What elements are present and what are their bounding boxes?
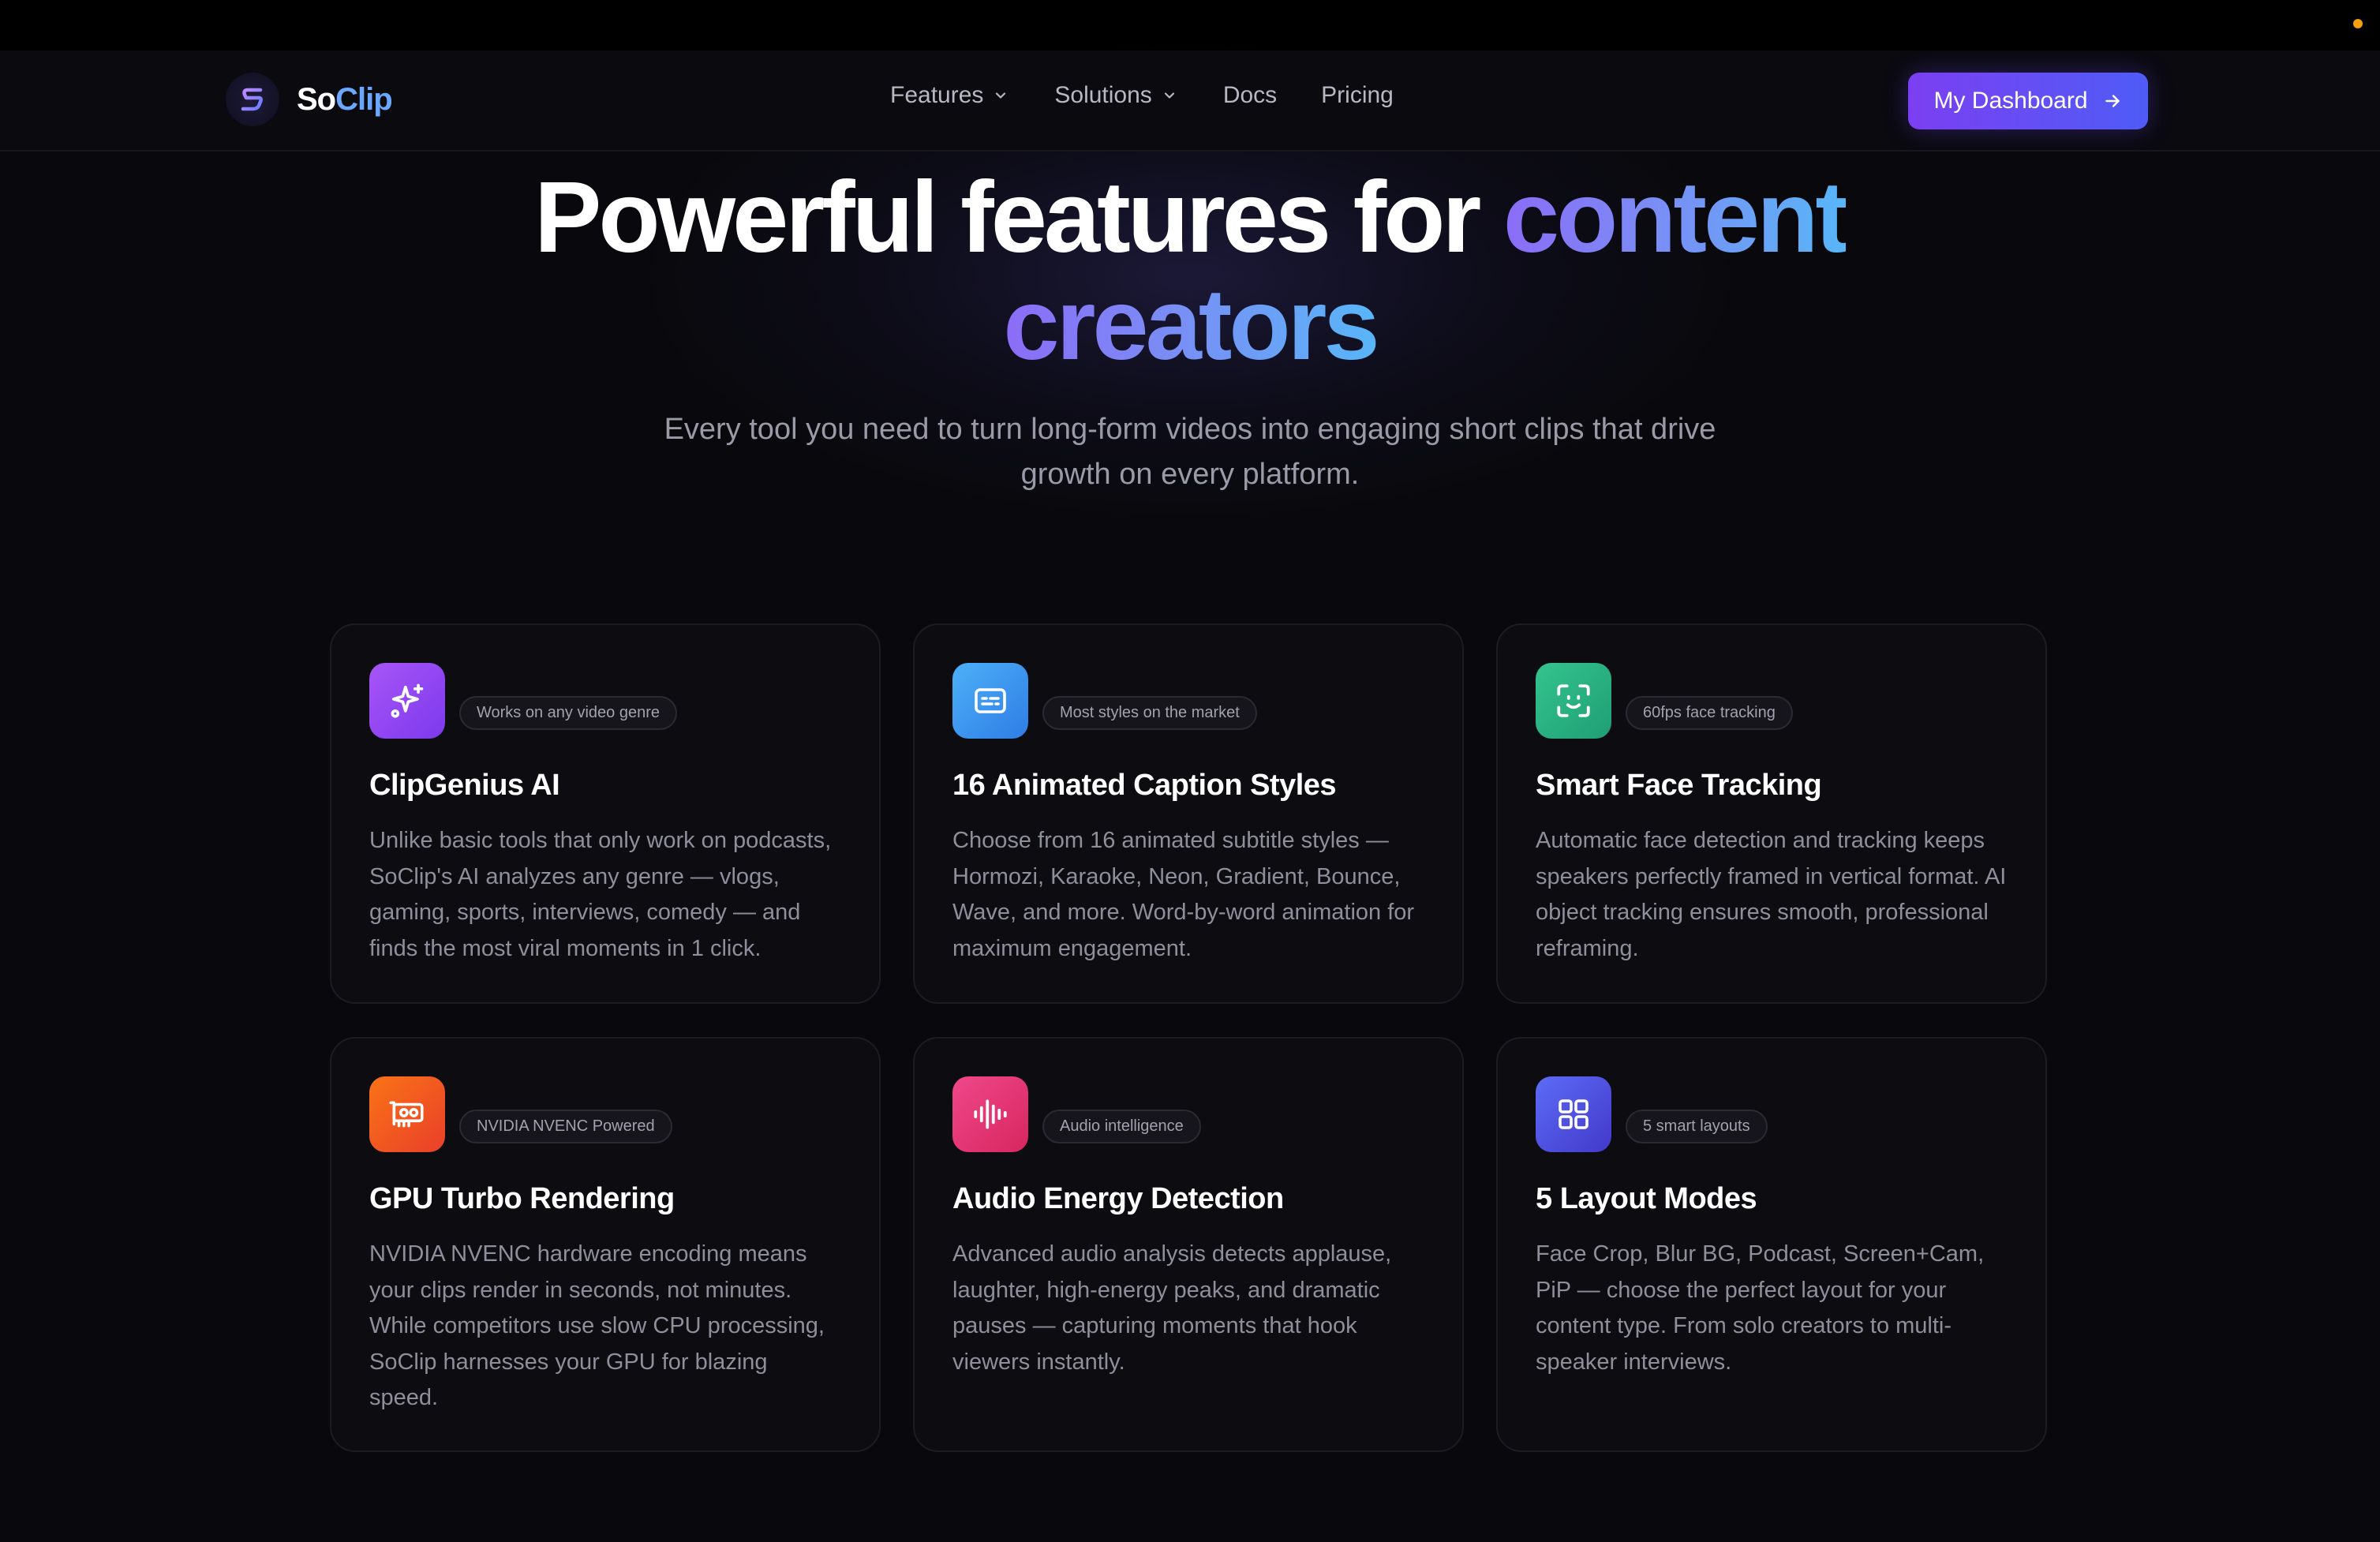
layout-grid-icon xyxy=(1536,1076,1611,1152)
feature-card-gpu: NVIDIA NVENC Powered GPU Turbo Rendering… xyxy=(330,1037,881,1452)
feature-badge: NVIDIA NVENC Powered xyxy=(459,1109,672,1143)
feature-badge: Audio intelligence xyxy=(1042,1109,1201,1143)
nav-item-docs[interactable]: Docs xyxy=(1223,82,1277,109)
feature-title: Audio Energy Detection xyxy=(952,1182,1284,1215)
feature-title: Smart Face Tracking xyxy=(1536,769,1822,802)
sparkles-icon xyxy=(369,663,445,739)
feature-card-audio: Audio intelligence Audio Energy Detectio… xyxy=(913,1037,1464,1452)
feature-badge: Works on any video genre xyxy=(459,695,677,730)
feature-card-clipgenius: Works on any video genre ClipGenius AI U… xyxy=(330,623,881,1004)
feature-title: ClipGenius AI xyxy=(369,769,560,802)
feature-card-layouts: 5 smart layouts 5 Layout Modes Face Crop… xyxy=(1496,1037,2047,1452)
nav-item-label: Pricing xyxy=(1321,82,1394,108)
brand-name: SoClip xyxy=(297,81,393,118)
feature-description: Advanced audio analysis detects applause… xyxy=(952,1241,1392,1375)
nav-item-pricing[interactable]: Pricing xyxy=(1321,82,1394,109)
nav-item-features[interactable]: Features xyxy=(890,82,1009,109)
feature-description: Automatic face detection and tracking ke… xyxy=(1536,828,2007,961)
features-grid: Works on any video genre ClipGenius AI U… xyxy=(330,623,2047,1452)
feature-description: NVIDIA NVENC hardware encoding means you… xyxy=(369,1241,825,1410)
nav-item-label: Docs xyxy=(1222,82,1278,108)
hero-title: Powerful features for content creators xyxy=(0,164,2380,379)
nav-item-label: Solutions xyxy=(1054,82,1152,108)
audio-waveform-icon xyxy=(952,1076,1028,1152)
feature-title: 5 Layout Modes xyxy=(1536,1182,1757,1215)
captions-icon xyxy=(952,663,1028,739)
feature-title: GPU Turbo Rendering xyxy=(369,1182,675,1215)
feature-description: Choose from 16 animated subtitle styles … xyxy=(952,828,1415,961)
face-scan-icon xyxy=(1536,663,1611,739)
feature-badge: 5 smart layouts xyxy=(1626,1109,1768,1143)
brand-name-part1: So xyxy=(297,81,336,117)
feature-badge: 60fps face tracking xyxy=(1626,695,1793,730)
my-dashboard-label: My Dashboard xyxy=(1933,88,2088,114)
feature-badge: Most styles on the market xyxy=(1042,695,1257,730)
browser-top-bar xyxy=(0,0,2380,51)
feature-card-captions: Most styles on the market 16 Animated Ca… xyxy=(913,623,1464,1004)
chevron-down-icon xyxy=(996,92,1006,99)
arrow-right-icon xyxy=(2105,95,2120,107)
feature-description: Face Crop, Blur BG, Podcast, Screen+Cam,… xyxy=(1536,1241,1985,1375)
hero-subtitle: Every tool you need to turn long-form vi… xyxy=(664,413,1716,491)
brand-name-part2: Clip xyxy=(335,81,393,117)
notification-dot xyxy=(2353,19,2363,28)
nav-item-solutions[interactable]: Solutions xyxy=(1054,82,1177,109)
navbar: SoClip Features Solutions Docs Pricing M… xyxy=(0,51,2380,152)
feature-card-face-tracking: 60fps face tracking Smart Face Tracking … xyxy=(1496,623,2047,1004)
hero-title-highlight-1: content xyxy=(1502,161,1849,274)
logo-icon xyxy=(226,73,279,126)
main-menu: Features Solutions Docs Pricing xyxy=(890,82,1438,109)
nav-item-label: Features xyxy=(890,82,984,108)
brand-logo[interactable]: SoClip xyxy=(226,73,393,126)
hero-title-plain: Powerful features for xyxy=(534,161,1503,274)
feature-description: Unlike basic tools that only work on pod… xyxy=(369,828,832,961)
chevron-down-icon xyxy=(1164,92,1174,99)
my-dashboard-button[interactable]: My Dashboard xyxy=(1908,73,2148,129)
hero-title-highlight-2: creators xyxy=(1003,268,1379,381)
gpu-card-icon xyxy=(369,1076,445,1152)
feature-title: 16 Animated Caption Styles xyxy=(952,769,1337,802)
